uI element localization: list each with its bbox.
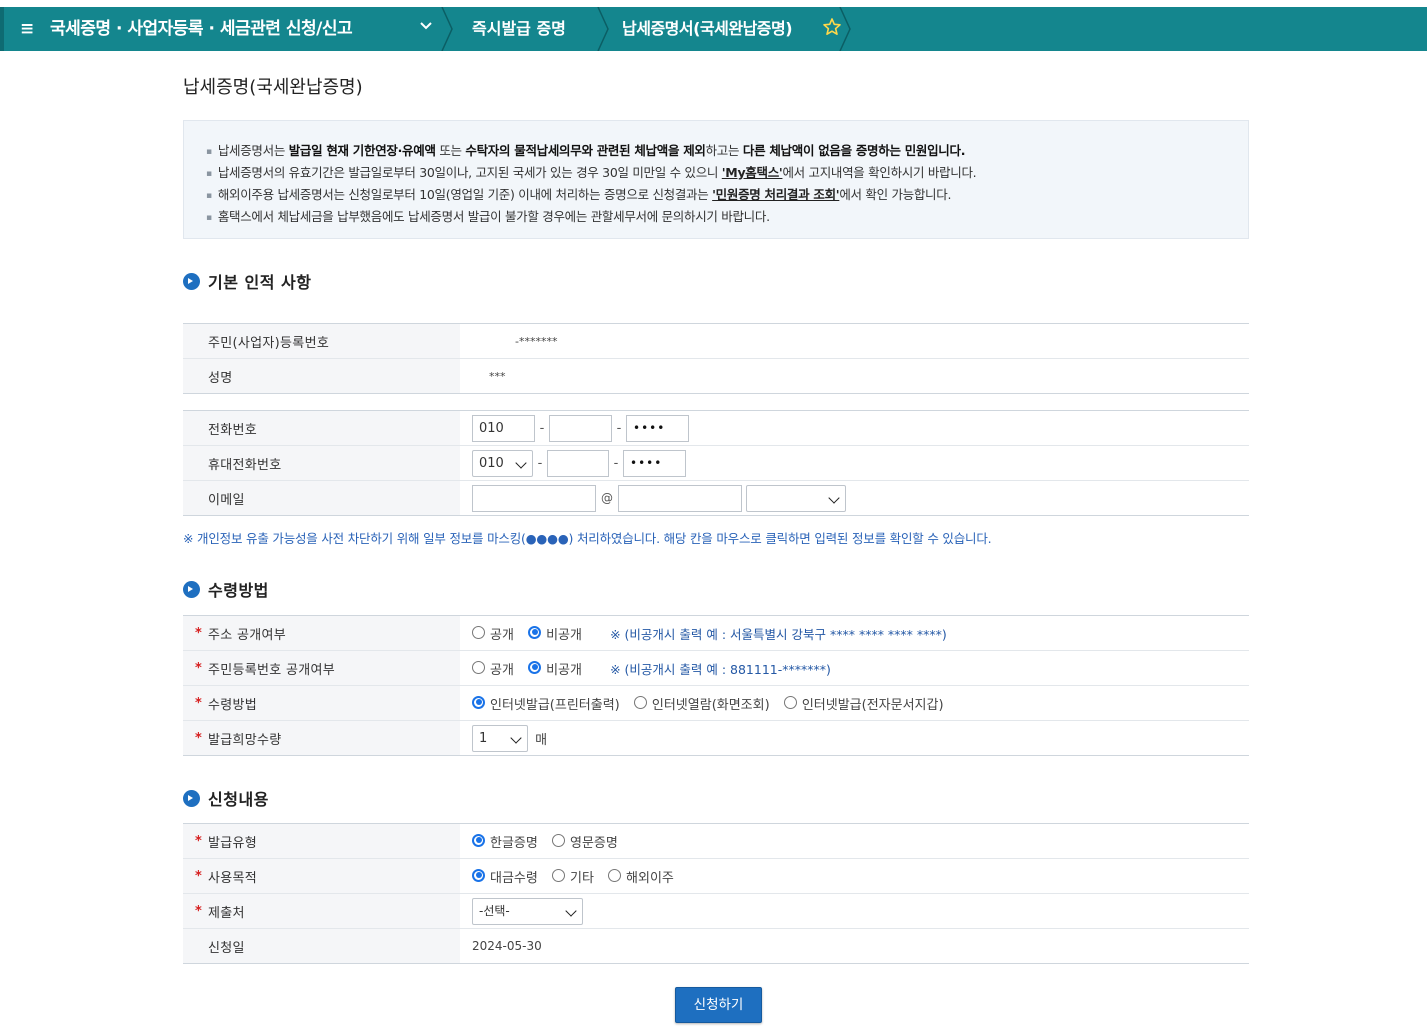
at-sign: @ xyxy=(601,491,613,505)
section-apply-header: 신청내용 xyxy=(183,787,269,809)
apply-date-label: 신청일 xyxy=(183,928,460,964)
table-row: 주민등록번호 공개여부 공개 비공개 ※ (비공개시 출력 예 : 881111… xyxy=(183,650,1249,686)
top-nav-bar: ≡ 국세증명 · 사업자등록 · 세금관련 신청/신고 즉시발급 증명 납세증명… xyxy=(0,7,1427,51)
dash: - xyxy=(616,420,622,436)
phone-middle-input[interactable] xyxy=(549,414,612,442)
hamburger-menu-icon[interactable]: ≡ xyxy=(20,19,34,39)
purpose-payment-radio[interactable] xyxy=(472,868,485,882)
table-row: 이메일 @ xyxy=(183,480,1249,516)
table-row: 사용목적 대금수령 기타 해외이주 xyxy=(183,858,1249,894)
section-arrow-icon xyxy=(183,580,200,598)
breadcrumb-separator-icon xyxy=(597,7,609,51)
dash: - xyxy=(613,455,619,471)
address-disclosure-label: 주소 공개여부 xyxy=(183,615,460,651)
result-lookup-link[interactable]: '민원증명 처리결과 조회' xyxy=(712,187,839,202)
section-basic-header: 기본 인적 사항 xyxy=(183,270,311,292)
chevron-down-icon xyxy=(515,456,527,469)
email-domain-input[interactable] xyxy=(618,484,742,512)
quantity-label: 발급희망수량 xyxy=(183,720,460,756)
id-number-label: 주민(사업자)등록번호 xyxy=(183,323,460,359)
section-arrow-icon xyxy=(183,789,200,807)
email-user-input[interactable] xyxy=(472,484,596,512)
issue-type-label: 발급유형 xyxy=(183,823,460,859)
nav-left-accent xyxy=(0,7,4,51)
rrn-public-radio[interactable] xyxy=(472,660,485,674)
rrn-private-radio[interactable] xyxy=(528,660,542,674)
section-arrow-icon xyxy=(183,272,200,290)
address-public-radio[interactable] xyxy=(472,625,485,639)
rrn-hint: ※ (비공개시 출력 예 : 881111-*******) xyxy=(610,661,831,677)
notice-line: 납세증명서의 유효기간은 발급일로부터 30일이나, 고지된 국세가 있는 경우… xyxy=(206,163,1248,185)
mobile-middle-input[interactable] xyxy=(547,449,609,477)
id-number-value: -******* xyxy=(460,323,1249,359)
mobile-last-input[interactable]: •••• xyxy=(623,449,686,477)
submit-to-label: 제출처 xyxy=(183,893,460,929)
nav-category[interactable]: 국세증명 · 사업자등록 · 세금관련 신청/신고 xyxy=(50,18,353,40)
phone-area-input[interactable]: 010 xyxy=(472,414,535,442)
section-receive-header: 수령방법 xyxy=(183,578,269,600)
basic-info-table: 주민(사업자)등록번호 -******* 성명 *** xyxy=(183,323,1249,394)
table-row: 전화번호 010- - •••• xyxy=(183,410,1249,446)
method-wallet-radio[interactable] xyxy=(783,695,797,709)
notice-line: 해외이주용 납세증명서는 신청일로부터 10일(영업일 기준) 이내에 처리하는… xyxy=(206,185,1248,207)
rrn-disclosure-label: 주민등록번호 공개여부 xyxy=(183,650,460,686)
email-domain-select[interactable] xyxy=(746,484,846,512)
submit-to-select[interactable]: -선택- xyxy=(472,897,583,925)
chevron-down-icon xyxy=(510,731,522,744)
type-korean-radio[interactable] xyxy=(472,833,485,847)
masking-notice: ※ 개인정보 유출 가능성을 사전 차단하기 위해 일부 정보를 마스킹(●●●… xyxy=(183,531,992,546)
dash: - xyxy=(539,420,545,436)
mobile-label: 휴대전화번호 xyxy=(183,445,460,481)
dash: - xyxy=(537,455,543,471)
phone-last-input[interactable]: •••• xyxy=(626,414,689,442)
table-row: 발급희망수량 1 매 xyxy=(183,720,1249,756)
method-view-radio[interactable] xyxy=(633,695,647,709)
table-row: 제출처 -선택- xyxy=(183,893,1249,929)
table-row: 주소 공개여부 공개 비공개 ※ (비공개시 출력 예 : 서울특별시 강북구 … xyxy=(183,615,1249,651)
nav-sub[interactable]: 즉시발급 증명 xyxy=(472,18,566,40)
table-row: 휴대전화번호 010- - •••• xyxy=(183,445,1249,481)
page-title: 납세증명(국세완납증명) xyxy=(183,77,363,98)
table-row: 성명 *** xyxy=(183,358,1249,394)
receive-method-label: 수령방법 xyxy=(183,685,460,721)
table-row: 주민(사업자)등록번호 -******* xyxy=(183,323,1249,359)
nav-current[interactable]: 납세증명서(국세완납증명) xyxy=(622,18,793,40)
receive-table: 주소 공개여부 공개 비공개 ※ (비공개시 출력 예 : 서울특별시 강북구 … xyxy=(183,615,1249,756)
table-row: 발급유형 한글증명 영문증명 xyxy=(183,823,1249,859)
name-value: *** xyxy=(460,358,1249,394)
section-title: 기본 인적 사항 xyxy=(208,273,312,292)
chevron-down-icon xyxy=(828,491,840,504)
purpose-label: 사용목적 xyxy=(183,858,460,894)
section-title: 신청내용 xyxy=(208,790,269,809)
mobile-prefix-select[interactable]: 010 xyxy=(472,449,533,477)
notice-box: 납세증명서는 발급일 현재 기한연장·유예액 또는 수탁자의 물적납세의무와 관… xyxy=(183,120,1249,239)
email-label: 이메일 xyxy=(183,480,460,516)
phone-label: 전화번호 xyxy=(183,410,460,446)
purpose-emigration-radio[interactable] xyxy=(608,868,622,882)
apply-date-value: 2024-05-30 xyxy=(460,928,1249,964)
notice-line: 홈택스에서 체납세금을 납부했음에도 납세증명서 발급이 불가할 경우에는 관할… xyxy=(206,207,1248,229)
submit-button[interactable]: 신청하기 xyxy=(675,987,762,1023)
contact-table: 전화번호 010- - •••• 휴대전화번호 010- - •••• 이메일 @ xyxy=(183,410,1249,516)
section-title: 수령방법 xyxy=(208,581,269,600)
address-private-radio[interactable] xyxy=(528,625,542,639)
type-english-radio[interactable] xyxy=(551,833,565,847)
method-print-radio[interactable] xyxy=(472,695,485,709)
breadcrumb-separator-icon xyxy=(839,7,851,51)
purpose-other-radio[interactable] xyxy=(551,868,565,882)
table-row: 수령방법 인터넷발급(프린터출력) 인터넷열람(화면조회) 인터넷발급(전자문서… xyxy=(183,685,1249,721)
notice-line: 납세증명서는 발급일 현재 기한연장·유예액 또는 수탁자의 물적납세의무와 관… xyxy=(206,141,1248,163)
chevron-down-icon xyxy=(565,904,577,917)
my-hometax-link[interactable]: 'My홈택스' xyxy=(722,165,783,180)
quantity-unit: 매 xyxy=(535,732,548,748)
name-label: 성명 xyxy=(183,358,460,394)
apply-table: 발급유형 한글증명 영문증명 사용목적 대금수령 기타 해외이주 제출처 -선택… xyxy=(183,823,1249,964)
table-row: 신청일 2024-05-30 xyxy=(183,928,1249,964)
quantity-select[interactable]: 1 xyxy=(472,724,528,752)
breadcrumb-separator-icon xyxy=(441,7,453,51)
address-hint: ※ (비공개시 출력 예 : 서울특별시 강북구 **** **** **** … xyxy=(610,626,947,642)
chevron-down-icon[interactable] xyxy=(419,19,433,39)
